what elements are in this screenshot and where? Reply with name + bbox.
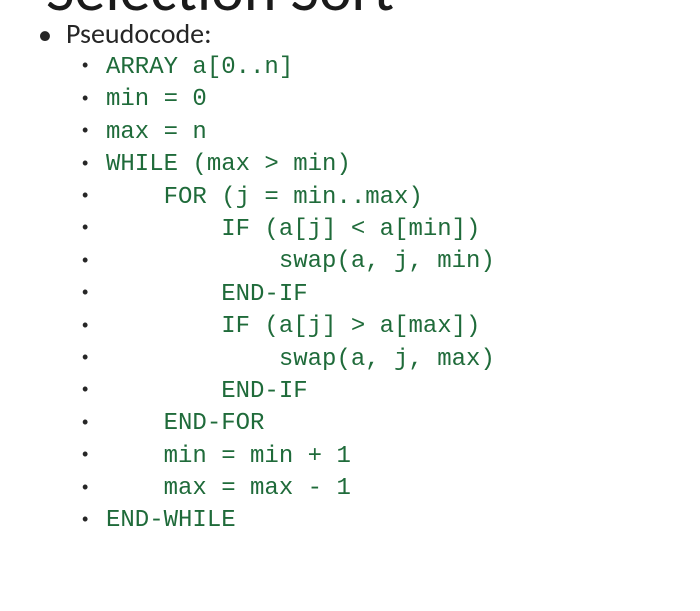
bullet-icon: • <box>82 280 88 304</box>
code-line: • WHILE (max > min) <box>82 149 690 181</box>
code-line: • swap(a, j, min) <box>82 246 690 278</box>
bullet-icon: • <box>82 151 88 175</box>
code-text: IF (a[j] < a[min]) <box>106 216 480 243</box>
bullet-icon: • <box>82 118 88 142</box>
heading-text: Pseudocode: <box>66 16 212 51</box>
code-line: • END-FOR <box>82 408 690 440</box>
code-text: swap(a, j, min) <box>106 248 495 275</box>
bullet-icon: • <box>38 21 52 49</box>
bullet-icon: • <box>82 475 88 499</box>
code-text: min = min + 1 <box>106 443 351 470</box>
pseudocode-block: • ARRAY a[0..n] • min = 0 • max = n • WHILE (ma… <box>82 52 690 538</box>
bullet-icon: • <box>82 86 88 110</box>
code-line: • END-IF <box>82 376 690 408</box>
code-line: • ARRAY a[0..n] <box>82 52 690 84</box>
code-text: END-IF <box>106 378 308 405</box>
code-line: • END-IF <box>82 279 690 311</box>
code-text: WHILE (max > min) <box>106 151 351 178</box>
heading-line: • Pseudocode: <box>30 20 690 48</box>
code-line: • max = max - 1 <box>82 473 690 505</box>
bullet-icon: • <box>82 377 88 401</box>
bullet-icon: • <box>82 215 88 239</box>
code-text: END-IF <box>106 281 308 308</box>
code-text: FOR (j = min..max) <box>106 184 423 211</box>
code-line: • swap(a, j, max) <box>82 344 690 376</box>
code-line: • min = min + 1 <box>82 441 690 473</box>
bullet-icon: • <box>82 53 88 77</box>
code-line: • END-WHILE <box>82 505 690 537</box>
code-text: END-FOR <box>106 410 264 437</box>
code-text: ARRAY a[0..n] <box>106 54 293 81</box>
bullet-icon: • <box>82 345 88 369</box>
code-line: • FOR (j = min..max) <box>82 182 690 214</box>
code-text: swap(a, j, max) <box>106 346 495 373</box>
code-text: IF (a[j] > a[max]) <box>106 313 480 340</box>
bullet-icon: • <box>82 313 88 337</box>
code-text: END-WHILE <box>106 507 236 534</box>
bullet-icon: • <box>82 248 88 272</box>
code-line: • IF (a[j] > a[max]) <box>82 311 690 343</box>
bullet-icon: • <box>82 507 88 531</box>
code-line: • min = 0 <box>82 84 690 116</box>
code-line: • IF (a[j] < a[min]) <box>82 214 690 246</box>
bullet-icon: • <box>82 183 88 207</box>
bullet-icon: • <box>82 442 88 466</box>
code-text: max = n <box>106 119 207 146</box>
content-area: • Pseudocode: • ARRAY a[0..n] • min = 0 • max… <box>30 20 690 538</box>
code-text: min = 0 <box>106 86 207 113</box>
code-line: • max = n <box>82 117 690 149</box>
bullet-icon: • <box>82 410 88 434</box>
code-text: max = max - 1 <box>106 475 351 502</box>
